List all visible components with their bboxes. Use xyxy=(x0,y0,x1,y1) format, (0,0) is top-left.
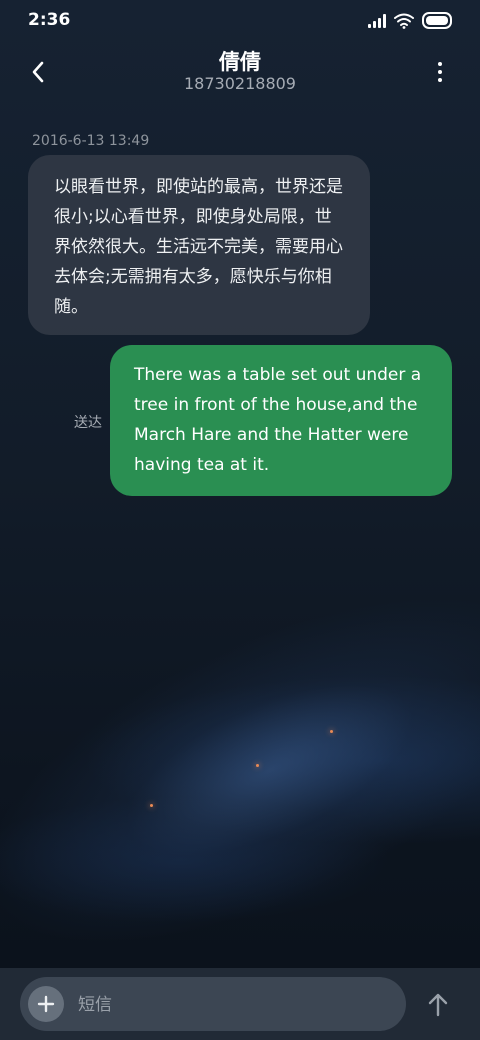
attach-button[interactable] xyxy=(28,986,64,1022)
wallpaper-star xyxy=(150,804,153,807)
message-composer xyxy=(0,968,480,1040)
contact-number: 18730218809 xyxy=(184,74,296,93)
status-bar: 2:36 xyxy=(0,0,480,40)
delivery-status: 送达 xyxy=(74,415,102,431)
more-vertical-icon-dot xyxy=(438,62,442,66)
arrow-up-icon xyxy=(428,993,448,1017)
status-time: 2:36 xyxy=(28,10,71,30)
message-timestamp: 2016-6-13 13:49 xyxy=(32,133,150,149)
status-icons xyxy=(368,12,452,29)
wallpaper-star xyxy=(256,764,259,767)
contact-name: 倩倩 xyxy=(219,50,261,74)
wifi-icon xyxy=(394,13,414,29)
more-vertical-icon-dot xyxy=(438,78,442,82)
sms-input[interactable] xyxy=(76,987,380,1023)
incoming-message-bubble[interactable]: 以眼看世界，即使站的最高，世界还是很小;以心看世界，即使身处局限，世界依然很大。… xyxy=(28,155,370,335)
battery-icon xyxy=(422,12,452,29)
more-vertical-icon-dot xyxy=(438,70,442,74)
more-options-button[interactable] xyxy=(422,54,458,90)
outgoing-message-bubble[interactable]: There was a table set out under a tree i… xyxy=(110,345,452,496)
wallpaper-star xyxy=(330,730,333,733)
send-button[interactable] xyxy=(418,985,458,1025)
plus-icon xyxy=(37,995,55,1013)
signal-icon xyxy=(368,13,386,28)
composer-input-pill xyxy=(20,977,406,1031)
conversation-header: 倩倩 18730218809 xyxy=(0,40,480,104)
